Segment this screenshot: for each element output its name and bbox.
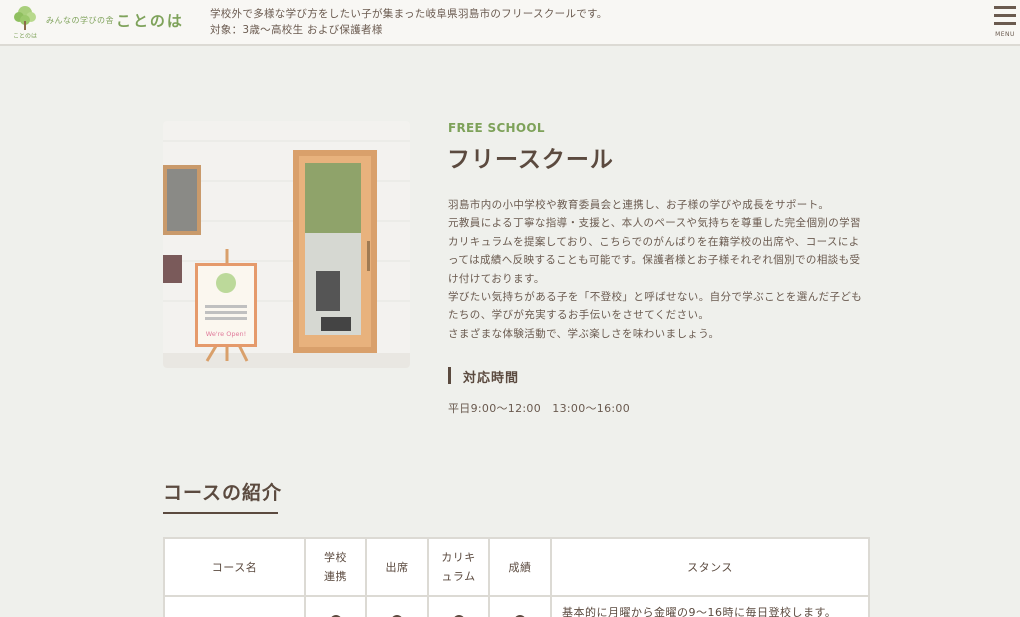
- open-sign-text: We're Open!: [206, 330, 246, 338]
- logo-title[interactable]: ことのは: [116, 10, 184, 31]
- school-link-cell: [304, 595, 367, 617]
- header-desc-line1: 学校外で多様な学び方をしたい子が集まった岐阜県羽島市のフリースクールです。: [210, 8, 608, 20]
- description-paragraph: 羽島市内の小中学校や教育委員会と連携し、お子様の学びや成長をサポート。: [448, 199, 830, 211]
- courses-heading: コースの紹介: [163, 482, 283, 504]
- column-header-course-name: コース名: [163, 537, 306, 597]
- course-table: コース名 学校 連携 出席 カリキ ュラム 成績 スタンス 基本的に月曜から金曜…: [163, 537, 870, 617]
- column-header-stance: スタンス: [550, 537, 870, 597]
- menu-label: MENU: [995, 31, 1015, 38]
- description-paragraph: 元教員による丁寧な指導・支援と、本人のペースや気持ちを尊重した完全個別の学習カリ…: [448, 217, 861, 285]
- description-paragraph: さまざまな体験活動で、学ぶ楽しさを味わいましょう。: [448, 327, 720, 340]
- hours-text: 平日9:00〜12:00 13:00〜16:00: [448, 402, 631, 415]
- course-name-cell: [163, 595, 306, 617]
- hamburger-icon: [994, 6, 1016, 9]
- menu-button[interactable]: MENU: [990, 4, 1018, 38]
- column-header-curriculum: カリキ ュラム: [427, 537, 490, 597]
- logo-subtitle[interactable]: みんなの学びの舎: [46, 15, 114, 26]
- hours-heading: 対応時間: [463, 371, 520, 386]
- hamburger-icon-line: [994, 14, 1016, 17]
- site-header: ことのは みんなの学びの舎 ことのは 学校外で多様な学び方をしたい子が集まった岐…: [0, 0, 1020, 46]
- column-header-school-link: 学校 連携: [304, 537, 367, 597]
- column-header-grades: 成績: [488, 537, 552, 597]
- header-desc-line2: 対象：3歳〜高校生 および保護者様: [210, 24, 383, 36]
- table-header-row: コース名 学校 連携 出席 カリキ ュラム 成績 スタンス: [163, 537, 870, 597]
- page-title: フリースクール: [447, 147, 614, 173]
- logo-caption: ことのは: [13, 33, 37, 40]
- curriculum-cell: [427, 595, 490, 617]
- grades-cell: [488, 595, 552, 617]
- heading-underline: [163, 512, 278, 514]
- logo-tree-icon[interactable]: ことのは: [10, 3, 40, 41]
- stance-cell: 基本的に月曜から金曜の9〜16時に毎日登校します。: [550, 595, 870, 617]
- section-eyebrow: FREE SCHOOL: [448, 121, 545, 135]
- description-paragraph: 学びたい気持ちがある子を「不登校」と呼ばせない。自分で学ぶことを選んだ子どもたち…: [448, 291, 863, 322]
- heading-accent-bar: [448, 367, 451, 384]
- entrance-illustration: We're Open!: [163, 121, 410, 368]
- school-entrance-photo: We're Open!: [163, 121, 410, 368]
- column-header-attendance: 出席: [365, 537, 429, 597]
- table-row: 基本的に月曜から金曜の9〜16時に毎日登校します。: [163, 595, 870, 617]
- description: 羽島市内の小中学校や教育委員会と連携し、お子様の学びや成長をサポート。 元教員に…: [448, 196, 870, 343]
- hamburger-icon-line: [994, 22, 1016, 25]
- attendance-cell: [365, 595, 429, 617]
- header-description: 学校外で多様な学び方をしたい子が集まった岐阜県羽島市のフリースクールです。 対象…: [210, 6, 608, 38]
